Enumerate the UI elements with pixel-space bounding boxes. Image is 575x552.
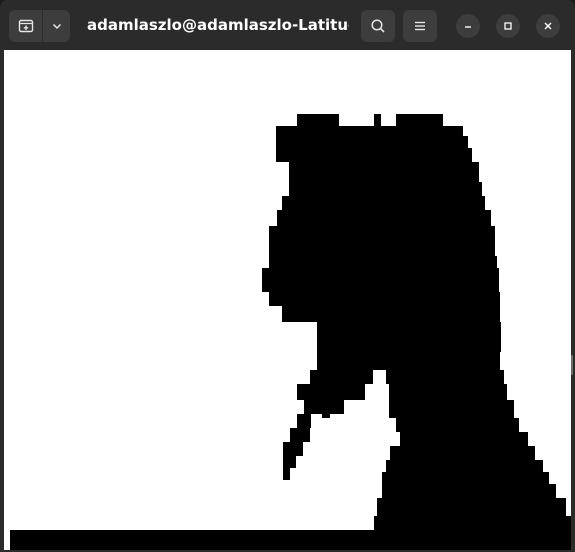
scrollbar-indicator[interactable] (571, 355, 573, 375)
terminal-output[interactable] (4, 50, 571, 550)
maximize-button[interactable] (496, 14, 520, 38)
new-tab-button[interactable] (9, 10, 42, 42)
window-title: adamlaszlo@adamlaszlo-Latitude-... (87, 16, 349, 34)
search-button[interactable] (361, 10, 395, 42)
new-tab-icon (18, 19, 33, 33)
chevron-down-icon (52, 23, 61, 30)
minimize-button[interactable] (456, 14, 480, 38)
tab-dropdown-button[interactable] (42, 10, 70, 42)
terminal-window: adamlaszlo@adamlaszlo-Latitude-... (0, 0, 575, 552)
title-bar[interactable]: adamlaszlo@adamlaszlo-Latitude-... (0, 0, 575, 50)
new-tab-button-group (9, 10, 70, 42)
silhouette-art (10, 114, 571, 550)
close-button[interactable] (536, 14, 560, 38)
minimize-icon (465, 26, 471, 28)
search-icon (371, 19, 385, 33)
maximize-icon (504, 22, 512, 30)
close-icon (544, 22, 552, 30)
menu-button[interactable] (403, 10, 437, 42)
hamburger-menu-icon (415, 21, 425, 31)
